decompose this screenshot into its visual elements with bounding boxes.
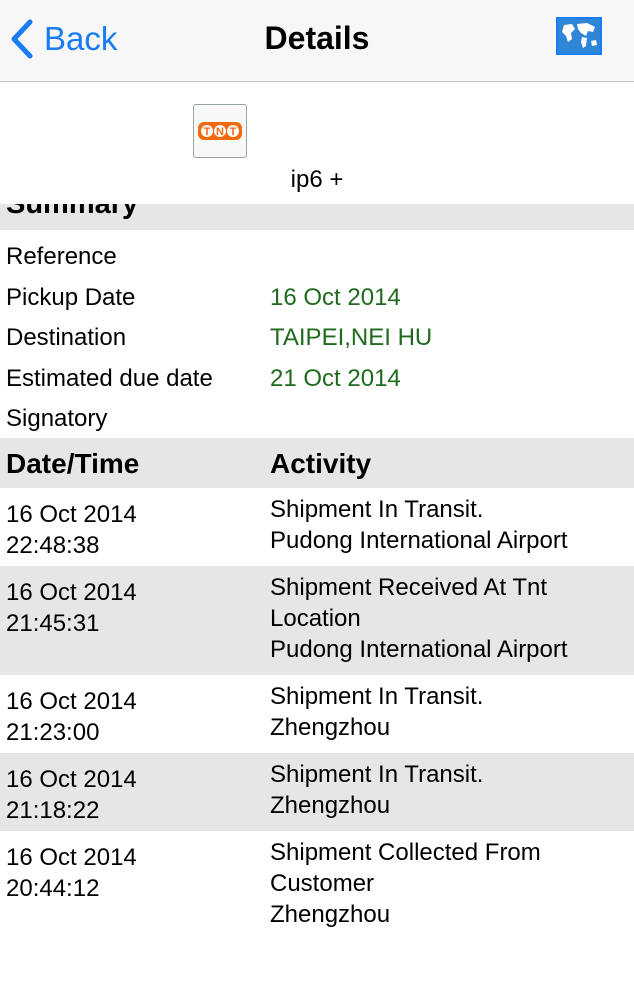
navigation-bar: Back Details [0, 0, 634, 82]
activity-datetime: 16 Oct 2014 21:45:31 [6, 577, 137, 639]
summary-label: Estimated due date [6, 365, 213, 392]
activity-status: Shipment In Transit. [270, 683, 484, 710]
summary-row-estimated-due-date: Estimated due date 21 Oct 2014 [0, 359, 634, 399]
activity-column-header: Activity [270, 448, 372, 479]
datetime-column-header: Date/Time [6, 448, 140, 479]
summary-label: Reference [6, 243, 117, 270]
activity-status-continued: Customer [270, 870, 375, 897]
summary-row-reference: Reference [0, 237, 634, 277]
activity-row[interactable]: 16 Oct 2014 21:45:31 Shipment Received A… [0, 566, 634, 675]
summary-row-signatory: Signatory [0, 399, 634, 439]
summary-label: Pickup Date [6, 284, 136, 311]
activity-datetime: 16 Oct 2014 22:48:38 [6, 499, 137, 561]
activity-status: Shipment In Transit. [270, 496, 484, 523]
activity-datetime: 16 Oct 2014 21:23:00 [6, 686, 137, 748]
summary-section-header: Summary [0, 204, 634, 230]
activity-description: Shipment Received At Tnt Location Pudong… [270, 572, 568, 665]
activity-description: Shipment In Transit. Pudong Internationa… [270, 494, 568, 556]
summary-row-destination: Destination TAIPEI,NEI HU [0, 318, 634, 358]
activity-location: Pudong International Airport [270, 527, 568, 554]
carrier-logo: T N T [193, 104, 247, 158]
activity-status: Shipment Received At Tnt [270, 574, 548, 601]
activity-location: Zhengzhou [270, 714, 391, 741]
activity-datetime: 16 Oct 2014 21:18:22 [6, 764, 137, 826]
activity-row[interactable]: 16 Oct 2014 22:48:38 Shipment In Transit… [0, 488, 634, 566]
activity-date: 16 Oct 2014 [6, 579, 137, 606]
svg-text:N: N [216, 126, 224, 138]
activity-date: 16 Oct 2014 [6, 501, 137, 528]
activity-row[interactable]: 16 Oct 2014 20:44:12 Shipment Collected … [0, 831, 634, 940]
svg-text:T: T [204, 126, 211, 138]
product-name: ip6 + [290, 166, 344, 193]
activity-status: Shipment Collected From [270, 839, 541, 866]
map-button[interactable] [556, 17, 602, 55]
activity-status-continued: Location [270, 605, 361, 632]
activity-location: Pudong International Airport [270, 636, 568, 663]
activity-table-header: Date/Time Activity [0, 438, 634, 488]
tnt-logo-icon: T N T [198, 122, 242, 140]
activity-status: Shipment In Transit. [270, 761, 484, 788]
activity-description: Shipment In Transit. Zhengzhou [270, 759, 483, 821]
activity-date: 16 Oct 2014 [6, 766, 137, 793]
summary-row-pickup-date: Pickup Date 16 Oct 2014 [0, 278, 634, 318]
activity-row[interactable]: 16 Oct 2014 21:23:00 Shipment In Transit… [0, 675, 634, 753]
summary-value: 16 Oct 2014 [270, 284, 401, 311]
activity-location: Zhengzhou [270, 792, 391, 819]
activity-row[interactable]: 16 Oct 2014 21:18:22 Shipment In Transit… [0, 753, 634, 831]
activity-time: 21:23:00 [6, 719, 100, 746]
summary-label: Destination [6, 324, 127, 351]
summary-title: Summary [6, 204, 139, 220]
activity-time: 22:48:38 [6, 532, 100, 559]
summary-value: 21 Oct 2014 [270, 365, 401, 392]
world-map-icon [556, 17, 602, 55]
page-title: Details [264, 20, 370, 56]
activity-description: Shipment Collected From Customer Zhengzh… [270, 837, 541, 930]
activity-time: 21:45:31 [6, 610, 100, 637]
activity-time: 21:18:22 [6, 797, 100, 824]
svg-text:T: T [230, 126, 237, 138]
summary-label: Signatory [6, 405, 108, 432]
activity-date: 16 Oct 2014 [6, 688, 137, 715]
activity-time: 20:44:12 [6, 875, 100, 902]
activity-datetime: 16 Oct 2014 20:44:12 [6, 842, 137, 904]
activity-location: Zhengzhou [270, 901, 391, 928]
summary-value: TAIPEI,NEI HU [270, 324, 433, 351]
activity-description: Shipment In Transit. Zhengzhou [270, 681, 483, 743]
activity-date: 16 Oct 2014 [6, 844, 137, 871]
